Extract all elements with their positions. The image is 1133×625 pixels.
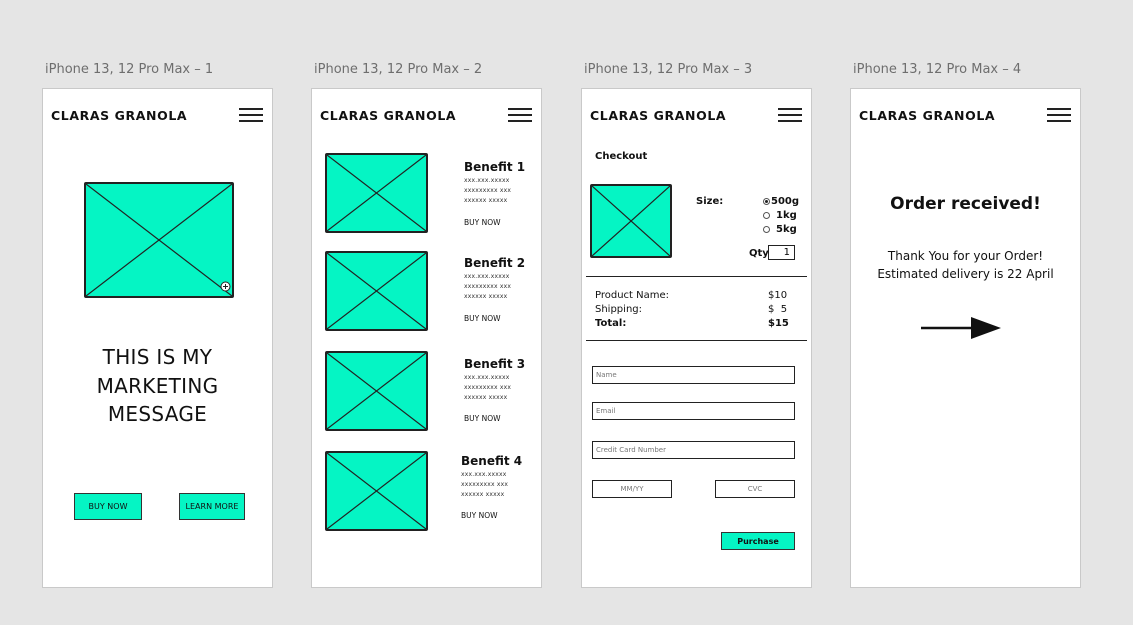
expiry-field[interactable]: MM/YY (592, 480, 672, 498)
artboard-benefits: CLARAS GRANOLA Benefit 1 xxx.xxx.xxxxx x… (311, 88, 542, 588)
email-field[interactable]: Email (592, 402, 795, 420)
qty-input[interactable]: 1 (768, 245, 795, 260)
artboard-label-2: iPhone 13, 12 Pro Max – 2 (314, 62, 483, 77)
shipping-price: $ 5 (768, 304, 788, 315)
benefit-image-placeholder (325, 251, 428, 331)
total-label: Total: (595, 318, 627, 329)
artboard-label-3: iPhone 13, 12 Pro Max – 3 (584, 62, 753, 77)
benefit-image-placeholder (325, 153, 428, 233)
artboard-home: CLARAS GRANOLA THIS IS MY MARKETING MESS… (42, 88, 273, 588)
shipping-label: Shipping: (595, 304, 642, 315)
artboard-label-1: iPhone 13, 12 Pro Max – 1 (45, 62, 214, 77)
benefit-text: xxxxxxxxx xxx (464, 384, 512, 391)
benefit-text: xxxxxxxxx xxx (464, 187, 512, 194)
hero-image-placeholder (84, 182, 234, 298)
hamburger-menu-icon[interactable] (239, 108, 263, 122)
artboard-checkout: CLARAS GRANOLA Checkout Size: 500g 1kg 5… (581, 88, 812, 588)
benefit-title: Benefit 3 (464, 357, 526, 371)
size-radio-1kg[interactable] (763, 212, 770, 219)
benefit-text: xxx.xxx.xxxxx (464, 273, 510, 280)
total-price: $15 (768, 318, 789, 329)
benefit-text: xxx.xxx.xxxxx (464, 177, 510, 184)
brand-logo[interactable]: CLARAS GRANOLA (51, 108, 187, 123)
size-option-label: 5kg (776, 224, 797, 235)
product-image-placeholder (590, 184, 672, 258)
delivery-text: Estimated delivery is 22 April (877, 267, 1054, 281)
benefit-text: xxxxxx xxxxx (464, 394, 508, 401)
qty-label: Qty (749, 248, 769, 259)
benefit-text: xxx.xxx.xxxxx (461, 471, 507, 478)
benefit-title: Benefit 1 (464, 160, 526, 174)
benefit-title: Benefit 2 (464, 256, 526, 270)
learn-more-button[interactable]: LEARN MORE (179, 493, 245, 520)
artboard-confirmation: CLARAS GRANOLA Order received! Thank You… (850, 88, 1081, 588)
brand-logo[interactable]: CLARAS GRANOLA (320, 108, 456, 123)
divider (586, 340, 807, 341)
zoom-cursor-icon (220, 281, 231, 292)
name-field[interactable]: Name (592, 366, 795, 384)
size-radio-5kg[interactable] (763, 226, 770, 233)
product-price: $10 (768, 290, 788, 301)
benefit-buy-now-link[interactable]: BUY NOW (464, 218, 501, 227)
benefit-text: xxxxxx xxxxx (461, 491, 505, 498)
brand-logo[interactable]: CLARAS GRANOLA (590, 108, 726, 123)
benefit-text: xxxxxx xxxxx (464, 197, 508, 204)
divider (586, 276, 807, 277)
benefit-text: xxxxxxxxx xxx (461, 481, 509, 488)
checkout-heading: Checkout (595, 151, 648, 162)
benefit-text: xxxxxx xxxxx (464, 293, 508, 300)
credit-card-field[interactable]: Credit Card Number (592, 441, 795, 459)
purchase-button[interactable]: Purchase (721, 532, 795, 550)
buy-now-button[interactable]: BUY NOW (74, 493, 142, 520)
benefit-buy-now-link[interactable]: BUY NOW (464, 314, 501, 323)
hamburger-menu-icon[interactable] (1047, 108, 1071, 122)
hamburger-menu-icon[interactable] (778, 108, 802, 122)
benefit-image-placeholder (325, 351, 428, 431)
hamburger-menu-icon[interactable] (508, 108, 532, 122)
benefit-buy-now-link[interactable]: BUY NOW (461, 511, 498, 520)
benefit-text: xxxxxxxxx xxx (464, 283, 512, 290)
size-option-label: 1kg (776, 210, 797, 221)
product-name-label: Product Name: (595, 290, 670, 301)
marketing-line-2: MARKETING (96, 373, 219, 398)
thank-you-text: Thank You for your Order! (887, 249, 1044, 263)
order-received-title: Order received! (890, 194, 1041, 214)
brand-logo[interactable]: CLARAS GRANOLA (859, 108, 995, 123)
marketing-line-1: THIS IS MY (102, 345, 213, 369)
marketing-message: THIS IS MY MARKETING MESSAGE (43, 343, 272, 429)
size-option-label: 500g (771, 196, 800, 207)
benefit-image-placeholder (325, 451, 428, 531)
cvc-field[interactable]: CVC (715, 480, 795, 498)
benefit-title: Benefit 4 (461, 454, 523, 468)
marketing-line-3: MESSAGE (107, 402, 208, 426)
benefit-text: xxx.xxx.xxxxx (464, 374, 510, 381)
size-radio-500g[interactable] (763, 198, 770, 205)
arrow-right-icon[interactable] (921, 316, 1003, 340)
artboard-label-4: iPhone 13, 12 Pro Max – 4 (853, 62, 1022, 77)
benefit-buy-now-link[interactable]: BUY NOW (464, 414, 501, 423)
size-label: Size: (696, 196, 724, 207)
